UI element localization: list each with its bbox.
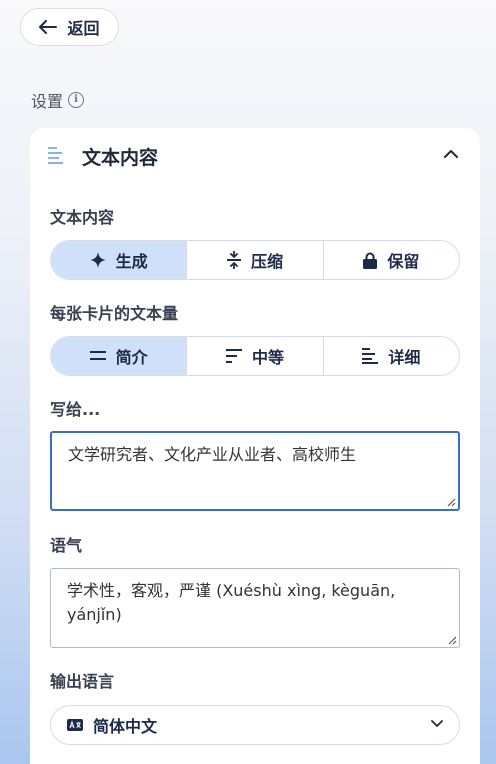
output-language-value: 简体中文 — [93, 717, 158, 736]
settings-label: 设置 — [31, 92, 64, 111]
option-medium[interactable]: 中等 — [187, 337, 324, 375]
lines-short-icon — [89, 351, 106, 360]
option-compress[interactable]: 压缩 — [187, 241, 324, 279]
tone-value: 学术性，客观，严谨 (Xuéshù xìng, kèguān, yánjǐn) — [67, 581, 396, 624]
resize-grip-icon[interactable] — [448, 636, 457, 645]
lock-icon — [363, 252, 378, 269]
option-generate-label: 生成 — [115, 252, 148, 271]
resize-grip-icon[interactable] — [447, 498, 456, 507]
tone-label: 语气 — [50, 536, 83, 555]
arrow-left-icon — [39, 20, 58, 34]
sparkle-icon — [89, 252, 106, 268]
output-language-select[interactable]: 简体中文 — [50, 705, 460, 745]
info-icon[interactable]: i — [68, 92, 85, 108]
tone-textarea[interactable]: 学术性，客观，严谨 (Xuéshù xìng, kèguān, yánjǐn) — [50, 568, 460, 648]
text-content-card: 文本内容 文本内容 生成 压缩 保留 每张卡片的文本量 简介 中等 详细 写给.… — [30, 128, 480, 764]
chevron-up-icon[interactable] — [444, 149, 458, 158]
amount-segmented-control: 简介 中等 详细 — [50, 336, 460, 376]
output-language-label: 输出语言 — [50, 672, 115, 691]
back-button[interactable]: 返回 — [20, 8, 119, 46]
translate-icon — [67, 719, 83, 731]
option-generate[interactable]: 生成 — [51, 241, 188, 279]
option-preserve-label: 保留 — [387, 252, 420, 271]
back-label: 返回 — [67, 19, 100, 38]
text-content-label: 文本内容 — [50, 208, 115, 227]
option-preserve[interactable]: 保留 — [324, 241, 459, 279]
chevron-down-icon — [431, 720, 443, 727]
option-medium-label: 中等 — [251, 348, 284, 367]
lines-detailed-icon — [362, 348, 379, 364]
card-title: 文本内容 — [82, 147, 159, 169]
settings-heading: 设置 i — [31, 88, 85, 112]
compress-icon — [226, 251, 241, 269]
option-brief-label: 简介 — [115, 348, 148, 367]
amount-label: 每张卡片的文本量 — [50, 304, 179, 323]
text-content-segmented-control: 生成 压缩 保留 — [50, 240, 460, 280]
audience-textarea[interactable]: 文学研究者、文化产业从业者、高校师生 — [50, 431, 460, 511]
option-compress-label: 压缩 — [250, 252, 283, 271]
card-header[interactable]: 文本内容 — [30, 128, 480, 184]
document-lines-icon — [48, 147, 63, 164]
option-brief[interactable]: 简介 — [51, 337, 188, 375]
lines-medium-icon — [225, 349, 242, 363]
option-detailed-label: 详细 — [388, 348, 421, 367]
audience-label: 写给... — [50, 400, 101, 419]
option-detailed[interactable]: 详细 — [324, 337, 459, 375]
audience-value: 文学研究者、文化产业从业者、高校师生 — [68, 445, 357, 464]
